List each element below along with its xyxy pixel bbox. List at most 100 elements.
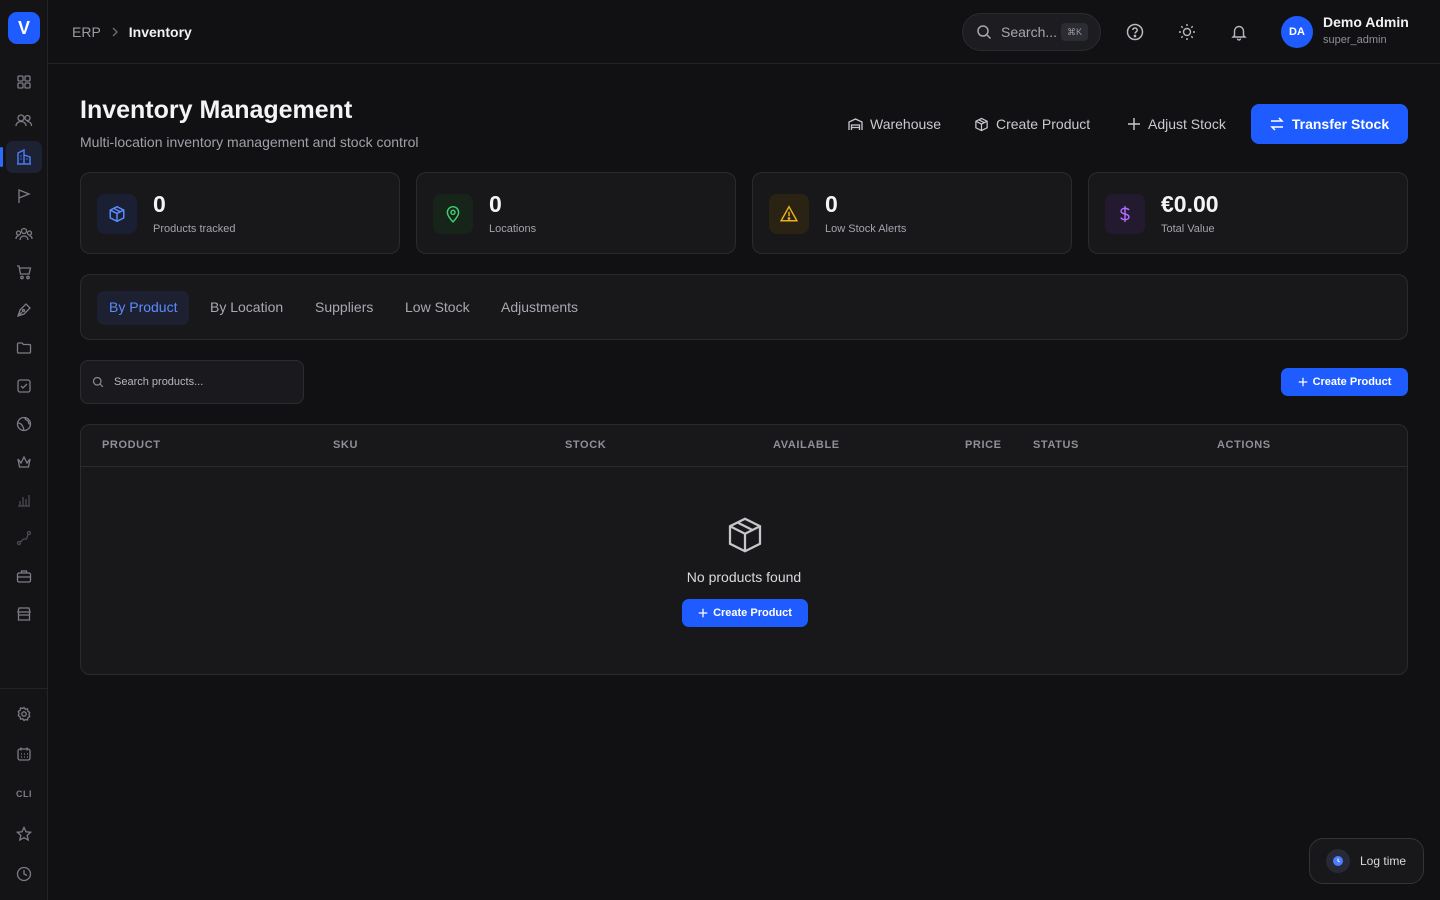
map-pin-icon [446, 206, 460, 223]
sidebar-item-favorites[interactable] [6, 818, 42, 850]
sidebar-item-calculator[interactable] [6, 738, 42, 770]
topbar: ERP Inventory Search... ⌘K DA Demo Admin… [48, 0, 1440, 64]
sidebar-item-dashboard[interactable] [6, 66, 42, 98]
crown-icon [17, 455, 31, 468]
sidebar-item-web[interactable] [6, 408, 42, 440]
tab-suppliers[interactable]: Suppliers [315, 299, 373, 315]
breadcrumb-root[interactable]: ERP [72, 24, 101, 40]
create-product-header-label: Create Product [996, 116, 1091, 132]
tab-by-location[interactable]: By Location [210, 299, 283, 315]
transfer-stock-label: Transfer Stock [1291, 116, 1390, 132]
sidebar: V CLI [0, 0, 48, 900]
product-search-input[interactable] [114, 376, 284, 388]
column-header-sku[interactable]: SKU [333, 439, 358, 451]
timer-icon [1333, 856, 1343, 866]
table-header: PRODUCT SKU STOCK AVAILABLE PRICE STATUS… [81, 425, 1407, 467]
page-subtitle: Multi-location inventory management and … [80, 134, 419, 150]
column-header-product[interactable]: PRODUCT [102, 439, 161, 451]
stat-label: Low Stock Alerts [825, 223, 907, 235]
create-product-button[interactable]: Create Product [1281, 368, 1408, 396]
tab-low-stock[interactable]: Low Stock [405, 299, 470, 315]
adjust-stock-button[interactable]: Adjust Stock [1127, 104, 1226, 144]
log-time-button[interactable]: Log time [1309, 838, 1424, 884]
app-logo[interactable]: V [8, 12, 40, 44]
column-header-status[interactable]: STATUS [1033, 439, 1079, 451]
gear-icon [17, 706, 31, 722]
transfer-stock-button[interactable]: Transfer Stock [1251, 104, 1408, 144]
breadcrumb-current: Inventory [128, 24, 192, 40]
stat-card-total-value: €0.00 Total Value [1088, 172, 1408, 254]
log-time-label: Log time [1360, 854, 1407, 868]
sidebar-item-settings[interactable] [6, 698, 42, 730]
stat-card-locations: 0 Locations [416, 172, 736, 254]
search-shortcut: ⌘K [1060, 23, 1088, 41]
stat-icon-wrap [769, 194, 809, 234]
theme-toggle[interactable] [1175, 20, 1199, 44]
empty-create-product-button[interactable]: Create Product [682, 599, 808, 627]
user-name[interactable]: Demo Admin [1323, 14, 1409, 30]
create-product-header-button[interactable]: Create Product [974, 104, 1090, 144]
column-header-actions: ACTIONS [1217, 439, 1271, 451]
warning-icon [780, 205, 798, 222]
sidebar-item-jobs[interactable] [6, 560, 42, 592]
sidebar-item-premium[interactable] [6, 446, 42, 478]
column-header-price[interactable]: PRICE [965, 439, 1002, 451]
plus-icon [698, 608, 708, 618]
stat-card-products: 0 Products tracked [80, 172, 400, 254]
sidebar-item-tasks[interactable] [6, 370, 42, 402]
stat-label: Total Value [1161, 223, 1215, 235]
help-button[interactable] [1123, 20, 1147, 44]
checkbox-icon [17, 379, 31, 393]
dollar-icon [1120, 206, 1130, 222]
sidebar-item-inventory[interactable] [0, 141, 42, 173]
sidebar-item-store[interactable] [6, 598, 42, 630]
avatar[interactable]: DA [1281, 16, 1313, 48]
sidebar-item-history[interactable] [6, 858, 42, 890]
search-icon [977, 25, 992, 40]
plus-icon [1128, 118, 1140, 130]
clock-icon [16, 866, 32, 882]
building-icon [17, 149, 31, 165]
briefcase-icon [16, 570, 32, 583]
cli-icon: CLI [16, 789, 32, 799]
global-search[interactable]: Search... ⌘K [962, 13, 1101, 51]
stat-label: Locations [489, 223, 537, 235]
team-icon [15, 227, 33, 241]
sidebar-item-files[interactable] [6, 332, 42, 364]
sidebar-item-contacts[interactable] [6, 104, 42, 136]
grid-icon [17, 75, 31, 89]
cube-icon [109, 205, 125, 223]
stat-label: Products tracked [153, 223, 236, 235]
page-title: Inventory Management [80, 96, 353, 124]
global-search-label: Search... [1001, 24, 1058, 40]
transfer-icon [1270, 117, 1284, 131]
adjust-stock-label: Adjust Stock [1148, 116, 1226, 132]
route-icon [16, 530, 32, 546]
sidebar-divider [0, 688, 48, 689]
tab-adjustments[interactable]: Adjustments [501, 299, 578, 315]
sidebar-item-campaigns[interactable] [6, 180, 42, 212]
sidebar-item-routes[interactable] [6, 522, 42, 554]
store-icon [17, 607, 31, 621]
calculator-icon [17, 747, 31, 761]
stat-value: 0 [825, 191, 838, 217]
log-time-dot [1326, 849, 1350, 873]
sidebar-item-analytics[interactable] [6, 484, 42, 516]
product-search [80, 360, 304, 404]
breadcrumb-separator [111, 27, 119, 37]
tab-by-product[interactable]: By Product [97, 291, 190, 325]
sun-icon [1179, 24, 1195, 40]
warehouse-button[interactable]: Warehouse [848, 104, 941, 144]
tabs-bar: By Product By Location Suppliers Low Sto… [80, 274, 1408, 340]
notifications-button[interactable] [1227, 20, 1251, 44]
sidebar-item-shop[interactable] [6, 256, 42, 288]
sidebar-item-cli[interactable]: CLI [6, 778, 42, 810]
chevron-right-icon [112, 27, 118, 37]
column-header-available[interactable]: AVAILABLE [773, 439, 840, 451]
cart-icon [17, 265, 32, 280]
breadcrumb: ERP Inventory [72, 24, 192, 40]
column-header-stock[interactable]: STOCK [565, 439, 606, 451]
sidebar-item-team[interactable] [6, 218, 42, 250]
sidebar-item-content[interactable] [6, 294, 42, 326]
package-icon [975, 117, 988, 131]
